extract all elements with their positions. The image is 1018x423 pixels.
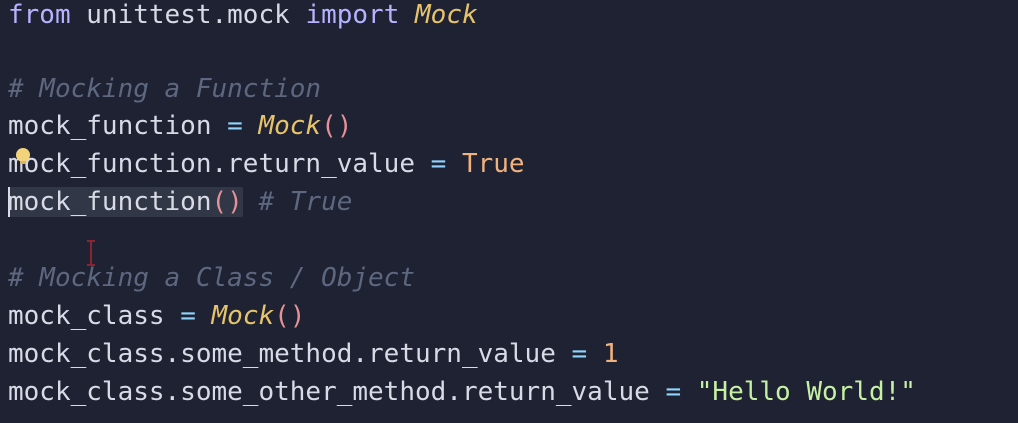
- parentheses: (): [321, 111, 353, 141]
- assign-operator: =: [415, 149, 462, 179]
- keyword-import: import: [305, 0, 400, 30]
- assign-operator: =: [211, 111, 259, 141]
- text-cursor: [8, 187, 10, 217]
- boolean-value: True: [461, 149, 525, 179]
- code-line-6[interactable]: # Mocking a Class / Object: [8, 263, 415, 293]
- identifier: mock_function: [8, 187, 212, 217]
- code-line-7[interactable]: mock_class = Mock(): [8, 301, 305, 331]
- identifier: mock_function.return_value: [8, 149, 415, 179]
- code-line-4[interactable]: mock_function.return_value = True: [8, 149, 525, 179]
- code-editor[interactable]: from unittest.mock import Mock # Mocking…: [0, 0, 1018, 423]
- string-value: "Hello World!": [696, 377, 916, 407]
- code-line-1[interactable]: from unittest.mock import Mock: [8, 0, 478, 30]
- highlighted-call: mock_function(): [8, 187, 243, 217]
- module-name: unittest.mock: [70, 0, 306, 30]
- class-name: Mock: [258, 111, 322, 141]
- lightbulb-icon[interactable]: [14, 147, 32, 165]
- number-value: 1: [602, 339, 619, 369]
- identifier: mock_class.some_other_method.return_valu…: [8, 377, 650, 407]
- code-comment: # Mocking a Function: [8, 74, 322, 104]
- code-line-3[interactable]: mock_function = Mock(): [8, 111, 352, 141]
- parentheses: (): [274, 301, 306, 331]
- code-line-2[interactable]: # Mocking a Function: [8, 74, 321, 104]
- code-comment: # Mocking a Class / Object: [8, 263, 415, 293]
- assign-operator: =: [649, 377, 697, 407]
- code-line-5[interactable]: mock_function() # True: [8, 187, 352, 217]
- mouse-ibeam-icon: [87, 240, 95, 266]
- keyword-from: from: [8, 0, 71, 30]
- assign-operator: =: [164, 301, 212, 331]
- code-line-8[interactable]: mock_class.some_method.return_value = 1: [8, 339, 619, 369]
- code-line-9[interactable]: mock_class.some_other_method.return_valu…: [8, 377, 916, 407]
- parentheses: (): [211, 187, 243, 217]
- identifier: mock_class: [8, 301, 165, 331]
- identifier: mock_class.some_method.return_value: [8, 339, 556, 369]
- class-name: Mock: [415, 0, 478, 30]
- assign-operator: =: [555, 339, 603, 369]
- class-name: Mock: [211, 301, 275, 331]
- code-comment: # True: [242, 187, 353, 217]
- identifier: mock_function: [8, 111, 212, 141]
